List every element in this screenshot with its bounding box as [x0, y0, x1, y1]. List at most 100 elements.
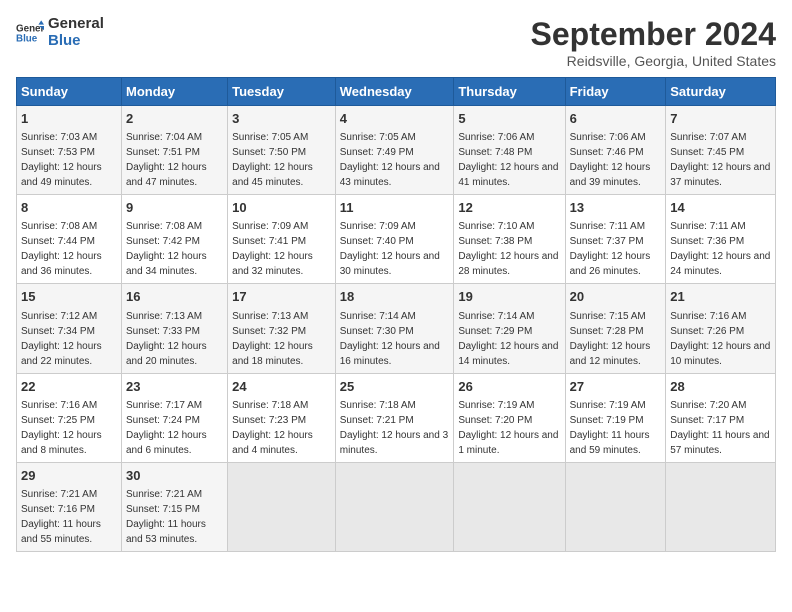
daylight: Daylight: 11 hours and 57 minutes. — [670, 430, 769, 456]
day-number: 21 — [670, 288, 771, 306]
calendar-cell: 26 Sunrise: 7:19 AM Sunset: 7:20 PM Dayl… — [454, 373, 565, 462]
daylight: Daylight: 12 hours and 10 minutes. — [670, 341, 770, 367]
sunset: Sunset: 7:46 PM — [570, 147, 644, 158]
day-info: Sunrise: 7:18 AM Sunset: 7:23 PM Dayligh… — [232, 398, 331, 458]
daylight: Daylight: 12 hours and 32 minutes. — [232, 251, 313, 277]
calendar-cell: 4 Sunrise: 7:05 AM Sunset: 7:49 PM Dayli… — [335, 106, 454, 195]
daylight: Daylight: 12 hours and 18 minutes. — [232, 341, 313, 367]
header-cell-monday: Monday — [121, 78, 227, 106]
sunset: Sunset: 7:37 PM — [570, 236, 644, 247]
sunrise: Sunrise: 7:05 AM — [340, 132, 416, 143]
day-info: Sunrise: 7:19 AM Sunset: 7:19 PM Dayligh… — [570, 398, 662, 458]
day-info: Sunrise: 7:20 AM Sunset: 7:17 PM Dayligh… — [670, 398, 771, 458]
sunrise: Sunrise: 7:12 AM — [21, 311, 97, 322]
day-info: Sunrise: 7:14 AM Sunset: 7:30 PM Dayligh… — [340, 309, 450, 369]
sunset: Sunset: 7:34 PM — [21, 326, 95, 337]
sunrise: Sunrise: 7:09 AM — [340, 221, 416, 232]
daylight: Daylight: 12 hours and 36 minutes. — [21, 251, 102, 277]
day-info: Sunrise: 7:12 AM Sunset: 7:34 PM Dayligh… — [21, 309, 117, 369]
calendar-cell: 18 Sunrise: 7:14 AM Sunset: 7:30 PM Dayl… — [335, 284, 454, 373]
day-info: Sunrise: 7:16 AM Sunset: 7:26 PM Dayligh… — [670, 309, 771, 369]
svg-text:Blue: Blue — [16, 33, 38, 44]
day-number: 18 — [340, 288, 450, 306]
daylight: Daylight: 12 hours and 24 minutes. — [670, 251, 770, 277]
daylight: Daylight: 11 hours and 55 minutes. — [21, 519, 101, 545]
sunrise: Sunrise: 7:10 AM — [458, 221, 534, 232]
sunset: Sunset: 7:44 PM — [21, 236, 95, 247]
calendar-cell: 15 Sunrise: 7:12 AM Sunset: 7:34 PM Dayl… — [17, 284, 122, 373]
sunset: Sunset: 7:40 PM — [340, 236, 414, 247]
calendar-cell: 24 Sunrise: 7:18 AM Sunset: 7:23 PM Dayl… — [228, 373, 336, 462]
page-title: September 2024 — [531, 16, 776, 53]
calendar-cell: 13 Sunrise: 7:11 AM Sunset: 7:37 PM Dayl… — [565, 195, 666, 284]
daylight: Daylight: 12 hours and 3 minutes. — [340, 430, 448, 456]
calendar-week-row: 15 Sunrise: 7:12 AM Sunset: 7:34 PM Dayl… — [17, 284, 776, 373]
calendar-cell: 29 Sunrise: 7:21 AM Sunset: 7:16 PM Dayl… — [17, 462, 122, 551]
calendar-cell — [666, 462, 776, 551]
sunset: Sunset: 7:33 PM — [126, 326, 200, 337]
day-info: Sunrise: 7:11 AM Sunset: 7:36 PM Dayligh… — [670, 219, 771, 279]
day-number: 17 — [232, 288, 331, 306]
calendar-cell: 27 Sunrise: 7:19 AM Sunset: 7:19 PM Dayl… — [565, 373, 666, 462]
sunrise: Sunrise: 7:05 AM — [232, 132, 308, 143]
sunrise: Sunrise: 7:08 AM — [21, 221, 97, 232]
daylight: Daylight: 12 hours and 30 minutes. — [340, 251, 440, 277]
day-info: Sunrise: 7:16 AM Sunset: 7:25 PM Dayligh… — [21, 398, 117, 458]
sunrise: Sunrise: 7:19 AM — [570, 400, 646, 411]
day-info: Sunrise: 7:04 AM Sunset: 7:51 PM Dayligh… — [126, 130, 223, 190]
page-subtitle: Reidsville, Georgia, United States — [531, 53, 776, 69]
daylight: Daylight: 11 hours and 59 minutes. — [570, 430, 650, 456]
day-number: 5 — [458, 110, 560, 128]
calendar-cell — [335, 462, 454, 551]
sunset: Sunset: 7:20 PM — [458, 415, 532, 426]
daylight: Daylight: 12 hours and 4 minutes. — [232, 430, 313, 456]
day-info: Sunrise: 7:18 AM Sunset: 7:21 PM Dayligh… — [340, 398, 450, 458]
day-number: 13 — [570, 199, 662, 217]
sunrise: Sunrise: 7:14 AM — [458, 311, 534, 322]
sunrise: Sunrise: 7:17 AM — [126, 400, 202, 411]
daylight: Daylight: 12 hours and 43 minutes. — [340, 162, 440, 188]
daylight: Daylight: 12 hours and 49 minutes. — [21, 162, 102, 188]
sunrise: Sunrise: 7:09 AM — [232, 221, 308, 232]
logo: General Blue General Blue — [16, 16, 104, 49]
sunset: Sunset: 7:24 PM — [126, 415, 200, 426]
sunset: Sunset: 7:25 PM — [21, 415, 95, 426]
daylight: Daylight: 12 hours and 6 minutes. — [126, 430, 207, 456]
day-number: 8 — [21, 199, 117, 217]
header-cell-sunday: Sunday — [17, 78, 122, 106]
day-number: 12 — [458, 199, 560, 217]
sunset: Sunset: 7:29 PM — [458, 326, 532, 337]
daylight: Daylight: 12 hours and 28 minutes. — [458, 251, 558, 277]
daylight: Daylight: 12 hours and 34 minutes. — [126, 251, 207, 277]
header-cell-friday: Friday — [565, 78, 666, 106]
calendar-cell: 2 Sunrise: 7:04 AM Sunset: 7:51 PM Dayli… — [121, 106, 227, 195]
calendar-cell: 14 Sunrise: 7:11 AM Sunset: 7:36 PM Dayl… — [666, 195, 776, 284]
day-info: Sunrise: 7:06 AM Sunset: 7:48 PM Dayligh… — [458, 130, 560, 190]
sunrise: Sunrise: 7:14 AM — [340, 311, 416, 322]
sunset: Sunset: 7:41 PM — [232, 236, 306, 247]
day-number: 4 — [340, 110, 450, 128]
day-info: Sunrise: 7:14 AM Sunset: 7:29 PM Dayligh… — [458, 309, 560, 369]
calendar-cell: 17 Sunrise: 7:13 AM Sunset: 7:32 PM Dayl… — [228, 284, 336, 373]
calendar-header-row: SundayMondayTuesdayWednesdayThursdayFrid… — [17, 78, 776, 106]
day-number: 16 — [126, 288, 223, 306]
sunrise: Sunrise: 7:03 AM — [21, 132, 97, 143]
sunset: Sunset: 7:32 PM — [232, 326, 306, 337]
sunset: Sunset: 7:28 PM — [570, 326, 644, 337]
sunrise: Sunrise: 7:07 AM — [670, 132, 746, 143]
calendar-cell: 1 Sunrise: 7:03 AM Sunset: 7:53 PM Dayli… — [17, 106, 122, 195]
daylight: Daylight: 12 hours and 14 minutes. — [458, 341, 558, 367]
daylight: Daylight: 12 hours and 37 minutes. — [670, 162, 770, 188]
day-number: 27 — [570, 378, 662, 396]
day-number: 10 — [232, 199, 331, 217]
day-number: 14 — [670, 199, 771, 217]
logo-line2: Blue — [48, 32, 81, 49]
calendar-cell: 12 Sunrise: 7:10 AM Sunset: 7:38 PM Dayl… — [454, 195, 565, 284]
day-info: Sunrise: 7:09 AM Sunset: 7:40 PM Dayligh… — [340, 219, 450, 279]
calendar-week-row: 8 Sunrise: 7:08 AM Sunset: 7:44 PM Dayli… — [17, 195, 776, 284]
calendar-cell: 11 Sunrise: 7:09 AM Sunset: 7:40 PM Dayl… — [335, 195, 454, 284]
day-number: 29 — [21, 467, 117, 485]
header-cell-tuesday: Tuesday — [228, 78, 336, 106]
daylight: Daylight: 12 hours and 26 minutes. — [570, 251, 651, 277]
calendar-cell: 10 Sunrise: 7:09 AM Sunset: 7:41 PM Dayl… — [228, 195, 336, 284]
